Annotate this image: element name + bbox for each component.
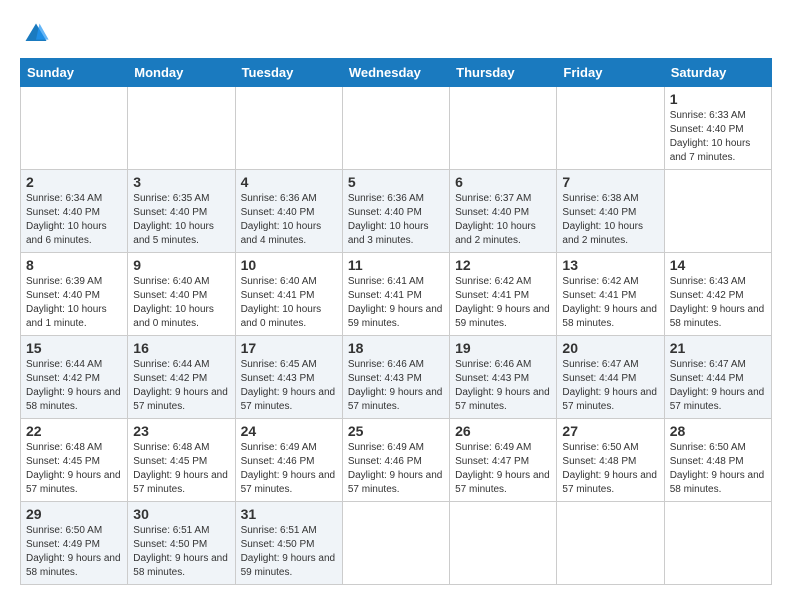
calendar-week-6: 29Sunrise: 6:50 AMSunset: 4:49 PMDayligh… [21, 502, 772, 585]
empty-cell [557, 87, 664, 170]
empty-cell [235, 87, 342, 170]
calendar-day-17: 17Sunrise: 6:45 AMSunset: 4:43 PMDayligh… [235, 336, 342, 419]
calendar-day-6: 6Sunrise: 6:37 AMSunset: 4:40 PMDaylight… [450, 170, 557, 253]
calendar-day-27: 27Sunrise: 6:50 AMSunset: 4:48 PMDayligh… [557, 419, 664, 502]
calendar-day-5: 5Sunrise: 6:36 AMSunset: 4:40 PMDaylight… [342, 170, 449, 253]
calendar-day-20: 20Sunrise: 6:47 AMSunset: 4:44 PMDayligh… [557, 336, 664, 419]
calendar-day-24: 24Sunrise: 6:49 AMSunset: 4:46 PMDayligh… [235, 419, 342, 502]
column-header-monday: Monday [128, 59, 235, 87]
calendar-day-23: 23Sunrise: 6:48 AMSunset: 4:45 PMDayligh… [128, 419, 235, 502]
empty-cell [21, 87, 128, 170]
calendar-week-4: 15Sunrise: 6:44 AMSunset: 4:42 PMDayligh… [21, 336, 772, 419]
calendar-day-12: 12Sunrise: 6:42 AMSunset: 4:41 PMDayligh… [450, 253, 557, 336]
calendar-day-13: 13Sunrise: 6:42 AMSunset: 4:41 PMDayligh… [557, 253, 664, 336]
logo [20, 20, 50, 48]
calendar-day-3: 3Sunrise: 6:35 AMSunset: 4:40 PMDaylight… [128, 170, 235, 253]
page-header [20, 20, 772, 48]
empty-cell [664, 170, 771, 253]
column-header-wednesday: Wednesday [342, 59, 449, 87]
calendar-day-19: 19Sunrise: 6:46 AMSunset: 4:43 PMDayligh… [450, 336, 557, 419]
calendar-week-2: 2Sunrise: 6:34 AMSunset: 4:40 PMDaylight… [21, 170, 772, 253]
empty-cell [342, 502, 449, 585]
empty-cell [128, 87, 235, 170]
calendar-day-26: 26Sunrise: 6:49 AMSunset: 4:47 PMDayligh… [450, 419, 557, 502]
calendar-header-row: SundayMondayTuesdayWednesdayThursdayFrid… [21, 59, 772, 87]
calendar-day-14: 14Sunrise: 6:43 AMSunset: 4:42 PMDayligh… [664, 253, 771, 336]
calendar-day-31: 31Sunrise: 6:51 AMSunset: 4:50 PMDayligh… [235, 502, 342, 585]
column-header-tuesday: Tuesday [235, 59, 342, 87]
calendar-day-25: 25Sunrise: 6:49 AMSunset: 4:46 PMDayligh… [342, 419, 449, 502]
calendar-day-22: 22Sunrise: 6:48 AMSunset: 4:45 PMDayligh… [21, 419, 128, 502]
logo-icon [22, 20, 50, 48]
calendar-day-21: 21Sunrise: 6:47 AMSunset: 4:44 PMDayligh… [664, 336, 771, 419]
calendar-day-1: 1Sunrise: 6:33 AMSunset: 4:40 PMDaylight… [664, 87, 771, 170]
empty-cell [342, 87, 449, 170]
empty-cell [557, 502, 664, 585]
empty-cell [450, 87, 557, 170]
calendar-day-10: 10Sunrise: 6:40 AMSunset: 4:41 PMDayligh… [235, 253, 342, 336]
column-header-saturday: Saturday [664, 59, 771, 87]
calendar-day-8: 8Sunrise: 6:39 AMSunset: 4:40 PMDaylight… [21, 253, 128, 336]
column-header-sunday: Sunday [21, 59, 128, 87]
calendar-day-29: 29Sunrise: 6:50 AMSunset: 4:49 PMDayligh… [21, 502, 128, 585]
empty-cell [664, 502, 771, 585]
calendar-day-18: 18Sunrise: 6:46 AMSunset: 4:43 PMDayligh… [342, 336, 449, 419]
calendar-day-15: 15Sunrise: 6:44 AMSunset: 4:42 PMDayligh… [21, 336, 128, 419]
calendar-day-9: 9Sunrise: 6:40 AMSunset: 4:40 PMDaylight… [128, 253, 235, 336]
calendar-day-7: 7Sunrise: 6:38 AMSunset: 4:40 PMDaylight… [557, 170, 664, 253]
column-header-friday: Friday [557, 59, 664, 87]
calendar-day-4: 4Sunrise: 6:36 AMSunset: 4:40 PMDaylight… [235, 170, 342, 253]
calendar-week-1: 1Sunrise: 6:33 AMSunset: 4:40 PMDaylight… [21, 87, 772, 170]
calendar-day-30: 30Sunrise: 6:51 AMSunset: 4:50 PMDayligh… [128, 502, 235, 585]
calendar-day-16: 16Sunrise: 6:44 AMSunset: 4:42 PMDayligh… [128, 336, 235, 419]
calendar-day-11: 11Sunrise: 6:41 AMSunset: 4:41 PMDayligh… [342, 253, 449, 336]
calendar-week-5: 22Sunrise: 6:48 AMSunset: 4:45 PMDayligh… [21, 419, 772, 502]
calendar-table: SundayMondayTuesdayWednesdayThursdayFrid… [20, 58, 772, 585]
column-header-thursday: Thursday [450, 59, 557, 87]
calendar-day-28: 28Sunrise: 6:50 AMSunset: 4:48 PMDayligh… [664, 419, 771, 502]
calendar-day-2: 2Sunrise: 6:34 AMSunset: 4:40 PMDaylight… [21, 170, 128, 253]
empty-cell [450, 502, 557, 585]
calendar-week-3: 8Sunrise: 6:39 AMSunset: 4:40 PMDaylight… [21, 253, 772, 336]
